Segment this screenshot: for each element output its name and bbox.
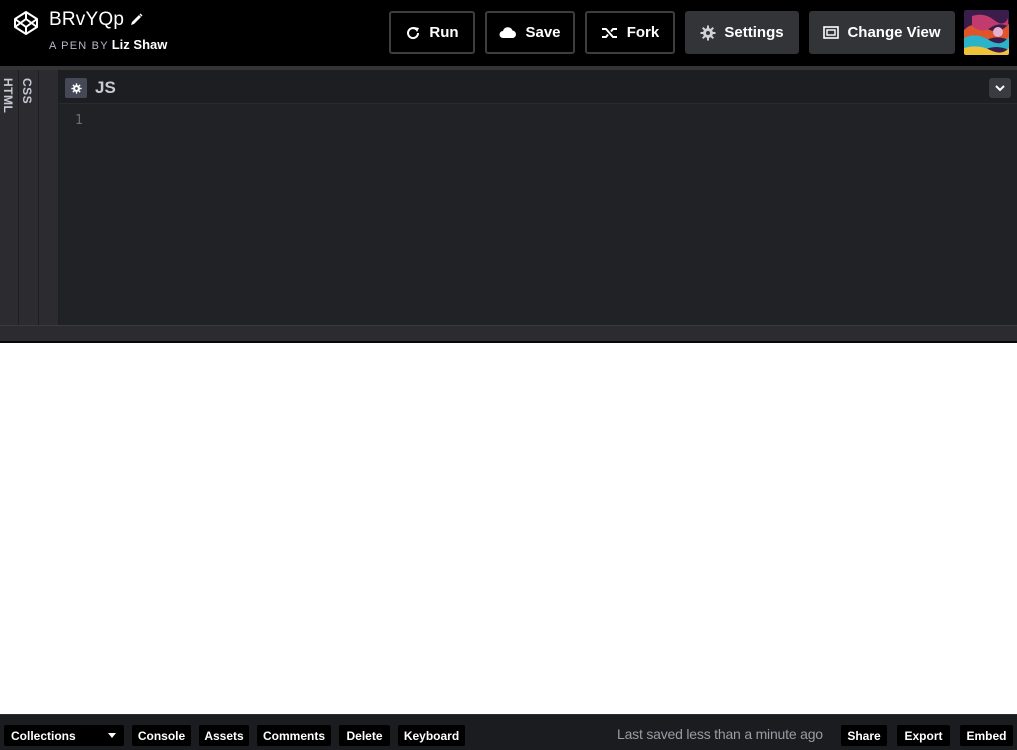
tab-css-label: CSS [20,78,34,105]
pen-title[interactable]: BRvYQp [49,9,124,31]
js-collapse-button[interactable] [989,78,1011,98]
top-bar: BRvYQp A PEN BY Liz Shaw Run Save Fork S… [0,0,1017,66]
gear-icon [70,82,82,94]
tab-css[interactable]: CSS [19,70,39,325]
console-button[interactable]: Console [132,725,191,746]
change-view-button[interactable]: Change View [809,11,955,54]
run-label: Run [429,24,459,41]
settings-label: Settings [724,24,784,41]
refresh-icon [407,26,420,39]
last-saved-status: Last saved less than a minute ago [617,726,823,742]
js-pane-title: JS [95,78,116,97]
line-number: 1 [75,113,83,128]
codepen-logo-icon[interactable] [13,10,39,36]
js-pane-header: JS [59,70,1017,104]
js-editor-pane[interactable]: JS 1 [59,70,1017,325]
share-button[interactable]: Share [841,725,887,746]
fork-label: Fork [626,24,660,41]
cloud-icon [499,26,517,38]
author-link[interactable]: Liz Shaw [112,37,168,52]
keyboard-button[interactable]: Keyboard [398,725,465,746]
caret-down-icon [108,733,116,738]
tab-html-label: HTML [1,78,15,114]
editor-footer-bar [0,325,1017,341]
save-button[interactable]: Save [485,11,575,54]
bottom-bar: Collections Console Assets Comments Dele… [0,714,1017,750]
fork-button[interactable]: Fork [585,11,675,54]
pencil-icon[interactable] [128,12,144,28]
run-button[interactable]: Run [389,11,475,54]
collections-label: Collections [11,728,76,743]
change-view-label: Change View [847,24,941,41]
byline-prefix: A PEN BY [49,40,109,52]
editor-gutter-divider [39,70,59,325]
pen-byline: A PEN BY Liz Shaw [49,37,167,52]
embed-button[interactable]: Embed [960,725,1013,746]
assets-button[interactable]: Assets [199,725,249,746]
editor-area: HTML CSS JS 1 [0,66,1017,343]
fork-icon [601,27,617,38]
collections-dropdown[interactable]: Collections [4,725,124,746]
export-button[interactable]: Export [897,725,950,746]
delete-button[interactable]: Delete [339,725,390,746]
js-settings-button[interactable] [65,78,87,98]
comments-button[interactable]: Comments [257,725,331,746]
window-icon [823,26,840,39]
preview-area[interactable] [0,343,1017,714]
user-avatar[interactable] [964,10,1009,55]
chevron-down-icon [995,84,1005,91]
tab-html[interactable]: HTML [0,70,19,325]
settings-button[interactable]: Settings [685,11,799,54]
save-label: Save [525,24,561,41]
gear-icon [700,25,716,40]
